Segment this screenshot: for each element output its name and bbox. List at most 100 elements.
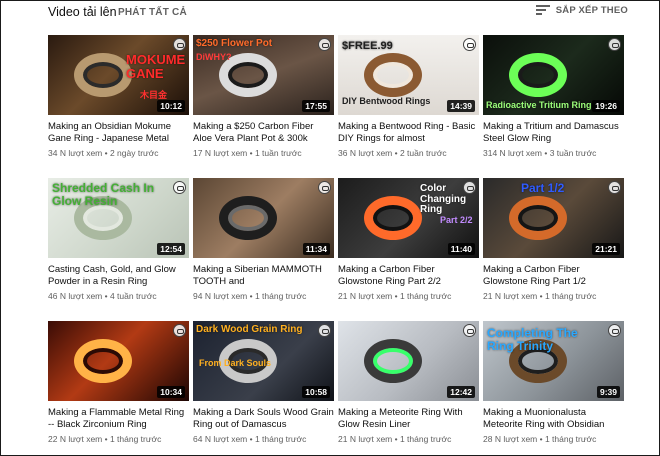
video-card[interactable]: Shredded Cash In Glow Resin 12:54 Casting … [48,178,189,313]
video-title-link[interactable]: Making a Carbon Fiber Glowstone Ring Par… [483,264,624,287]
thumbnail-caption: Radioactive Tritium Ring [486,100,592,110]
video-card[interactable]: Radioactive Tritium Ring 19:26 Making a Tr… [483,35,624,170]
sort-button[interactable]: SẮP XẾP THEO [535,4,628,16]
ring-image [74,339,132,383]
video-title-link[interactable]: Casting Cash, Gold, and Glow Powder in a… [48,264,189,287]
video-thumbnail[interactable]: 10:34 [48,321,189,401]
video-thumbnail[interactable]: Dark Wood Grain Ring From Dark Souls 10:58 [193,321,334,401]
video-title-link[interactable]: Making a $250 Carbon Fiber Aloe Vera Pla… [193,121,334,144]
video-card[interactable]: $FREE.99 DIY Bentwood Rings 14:39 Making a … [338,35,479,170]
video-thumbnail[interactable]: $250 Flower Pot DiWHY? 17:55 [193,35,334,115]
separator-dot: • [247,148,255,158]
watch-later-icon[interactable] [318,324,331,337]
view-count: 94 N lượt xem [193,291,248,301]
video-card[interactable]: 12:42 Making a Meteorite Ring With Glow R… [338,321,479,456]
watch-later-icon[interactable] [608,181,621,194]
section-header: Video tải lên PHÁT TẤT CẢ SẮP XẾP THEO [0,0,660,26]
video-metadata: 21 N lượt xem • 1 tháng trước [338,291,479,301]
video-title-link[interactable]: Making a Bentwood Ring - Basic DIY Rings… [338,121,479,144]
video-thumbnail[interactable]: Color Changing Ring Part 2/2 11:40 [338,178,479,258]
duration-badge: 11:34 [302,243,330,255]
view-count: 34 N lượt xem [48,148,103,158]
thumbnail-caption: Shredded Cash In Glow Resin [52,181,155,208]
view-count: 46 N lượt xem [48,291,103,301]
section-title: Video tải lên [48,5,117,19]
watch-later-icon[interactable] [173,181,186,194]
upload-age: 1 tuần trước [254,148,302,158]
video-title-link[interactable]: Making a Muonionalusta Meteorite Ring wi… [483,407,624,430]
video-title-link[interactable]: Making a Carbon Fiber Glowstone Ring Par… [338,264,479,287]
watch-later-icon[interactable] [173,38,186,51]
separator-dot: • [102,434,110,444]
video-thumbnail[interactable]: $FREE.99 DIY Bentwood Rings 14:39 [338,35,479,115]
watch-later-icon[interactable] [173,324,186,337]
video-metadata: 34 N lượt xem • 2 ngày trước [48,148,189,158]
separator-dot: • [537,434,545,444]
thumbnail-caption: Color Changing Ring [420,183,467,215]
ring-image [74,53,132,97]
watch-later-icon[interactable] [318,181,331,194]
watch-later-icon[interactable] [608,38,621,51]
duration-badge: 19:26 [592,100,620,112]
upload-age: 1 tháng trước [544,434,597,444]
video-thumbnail[interactable]: Radioactive Tritium Ring 19:26 [483,35,624,115]
thumbnail-subcaption: DiWHY? [196,52,232,62]
upload-age: 2 ngày trước [109,148,159,158]
video-thumbnail[interactable]: Part 1/2 21:21 [483,178,624,258]
video-metadata: 17 N lượt xem • 1 tuần trước [193,148,334,158]
duration-badge: 12:42 [447,386,475,398]
video-card[interactable]: 11:34 Making a Siberian MAMMOTH TOOTH and… [193,178,334,313]
separator-dot: • [541,148,550,158]
video-thumbnail[interactable]: MOKUME GANE 木目金 10:12 [48,35,189,115]
duration-badge: 12:54 [157,243,185,255]
video-title-link[interactable]: Making a Meteorite Ring With Glow Resin … [338,407,479,430]
thumbnail-caption: $250 Flower Pot [196,38,273,49]
thumbnail-subcaption: Part 2/2 [440,215,473,225]
video-title-link[interactable]: Making an Obsidian Mokume Gane Ring - Ja… [48,121,189,144]
ring-image [364,53,422,97]
watch-later-icon[interactable] [463,38,476,51]
view-count: 21 N lượt xem [338,291,393,301]
upload-age: 1 tháng trước [254,291,307,301]
watch-later-icon[interactable] [318,38,331,51]
video-card[interactable]: Completing The Ring Trinity 9:39 Making a … [483,321,624,456]
watch-later-icon[interactable] [608,324,621,337]
duration-badge: 17:55 [302,100,330,112]
ring-image [364,339,422,383]
ring-image [509,196,567,240]
duration-badge: 14:39 [447,100,475,112]
view-count: 36 N lượt xem [338,148,393,158]
thumbnail-caption: Part 1/2 [521,181,565,195]
upload-age: 4 tuần trước [109,291,157,301]
video-metadata: 46 N lượt xem • 4 tuần trước [48,291,189,301]
duration-badge: 10:12 [157,100,185,112]
video-title-link[interactable]: Making a Flammable Metal Ring -- Black Z… [48,407,189,430]
video-thumbnail[interactable]: 12:42 [338,321,479,401]
ring-image [509,53,567,97]
upload-age: 3 tuần trước [549,148,597,158]
video-thumbnail[interactable]: 11:34 [193,178,334,258]
view-count: 28 N lượt xem [483,434,538,444]
video-card[interactable]: Dark Wood Grain Ring From Dark Souls 10:58… [193,321,334,456]
video-thumbnail[interactable]: Shredded Cash In Glow Resin 12:54 [48,178,189,258]
thumbnail-caption: Dark Wood Grain Ring [196,324,303,335]
sort-label: SẮP XẾP THEO [555,4,628,16]
video-metadata: 314 N lượt xem • 3 tuần trước [483,148,624,158]
video-card[interactable]: MOKUME GANE 木目金 10:12 Making an Obsidian Mo… [48,35,189,170]
video-title-link[interactable]: Making a Dark Souls Wood Grain Ring out … [193,407,334,430]
video-card[interactable]: Part 1/2 21:21 Making a Carbon Fiber Glows… [483,178,624,313]
separator-dot: • [247,434,255,444]
video-metadata: 21 N lượt xem • 1 tháng trước [338,434,479,444]
video-card[interactable]: $250 Flower Pot DiWHY? 17:55 Making a $250 … [193,35,334,170]
watch-later-icon[interactable] [463,324,476,337]
watch-later-icon[interactable] [463,181,476,194]
video-thumbnail[interactable]: Completing The Ring Trinity 9:39 [483,321,624,401]
video-metadata: 94 N lượt xem • 1 tháng trước [193,291,334,301]
video-card[interactable]: 10:34 Making a Flammable Metal Ring -- Bl… [48,321,189,456]
video-title-link[interactable]: Making a Tritium and Damascus Steel Glow… [483,121,624,144]
separator-dot: • [537,291,545,301]
play-all-button[interactable]: PHÁT TẤT CẢ [118,7,187,18]
video-card[interactable]: Color Changing Ring Part 2/2 11:40 Making a… [338,178,479,313]
thumbnail-caption: MOKUME GANE [126,52,186,81]
video-title-link[interactable]: Making a Siberian MAMMOTH TOOTH and [193,264,334,287]
